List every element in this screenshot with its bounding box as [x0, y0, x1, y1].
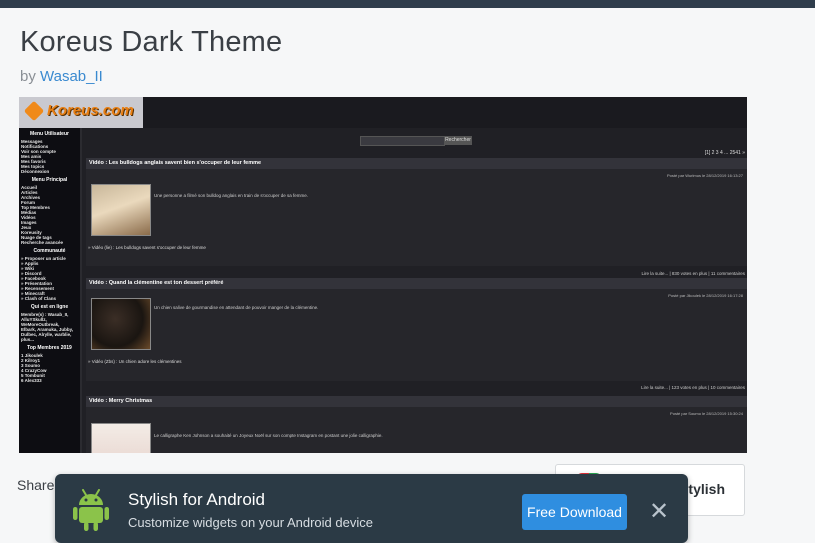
preview-logo: Koreus.com: [19, 97, 143, 128]
post-title: Vidéo : Les bulldogs anglais savent bien…: [86, 158, 747, 169]
preview-post: Vidéo : Merry Christmas Posté par Soumo …: [86, 396, 747, 453]
preview-post: Vidéo : Les bulldogs anglais savent bien…: [86, 158, 747, 276]
preview-sidebar-item: 6 Alex333: [21, 378, 42, 383]
preview-sidebar-heading: Qui est en ligne: [30, 304, 69, 310]
preview-sidebar-heading: Menu Utilisateur: [30, 131, 69, 137]
logo-text: Koreus.com: [47, 102, 134, 119]
preview-sidebar-item: Recherche avancée: [21, 240, 64, 245]
preview-sidebar-item: » Clash of Clans: [21, 296, 57, 301]
free-download-button[interactable]: Free Download: [522, 494, 627, 530]
byline: by Wasab_II: [20, 68, 103, 85]
post-text: Un chien salive de gourmandise en attend…: [154, 305, 319, 310]
post-thumbnail: [91, 423, 151, 453]
post-thumbnail: [91, 298, 151, 350]
post-meta: Posté par Jikoulek le 28/12/2019 16:17:2…: [668, 293, 743, 298]
preview-sidebar: Menu Utilisateur Messages Notifications Voi…: [19, 128, 80, 453]
preview-sidebar-heading: Top Membres 2019: [27, 345, 72, 351]
theme-preview-screenshot: Koreus.com Menu Utilisateur Messages Notif…: [19, 97, 747, 453]
preview-sidebar-item: Déconnexion: [21, 169, 50, 174]
top-nav-bar: [0, 0, 815, 8]
post-title: Vidéo : Merry Christmas: [86, 396, 747, 407]
preview-main: Rechercher [1] 2 3 4 ... 2541 » Vidéo : …: [82, 128, 747, 453]
post-text: Le calligraphe Ken Johnson a souhaité un…: [154, 433, 383, 438]
share-label: Share: [17, 477, 55, 493]
close-icon[interactable]: ✕: [644, 497, 674, 527]
byline-prefix: by: [20, 68, 36, 85]
android-icon: [73, 489, 109, 531]
post-video-link: » Vidéo (Zbs) : Un chien adore les cléme…: [88, 359, 182, 364]
author-link[interactable]: Wasab_II: [40, 68, 103, 85]
preview-pager: [1] 2 3 4 ... 2541 »: [704, 150, 745, 156]
preview-sidebar-heading: Communauté: [33, 248, 66, 254]
preview-post: Vidéo : Quand la clémentine est ton dess…: [86, 278, 747, 390]
page-title: Koreus Dark Theme: [20, 26, 283, 58]
preview-header: Koreus.com: [19, 97, 747, 128]
post-footer: Lire la suite... | 830 votes en plus | 1…: [641, 271, 745, 276]
toast-subtitle: Customize widgets on your Android device: [128, 515, 373, 530]
toast-title: Stylish for Android: [128, 490, 266, 509]
post-meta: Posté par Soumo le 28/12/2019 15:30:24: [670, 411, 743, 416]
preview-search-input: [360, 136, 445, 146]
post-text: Une personne a filmé son bulldog anglais…: [154, 193, 308, 198]
android-app-toast: Stylish for Android Customize widgets on…: [55, 474, 688, 543]
koreus-logo-icon: [23, 100, 45, 122]
post-video-link: » Vidéo (lie) : Les bulldogs savent s'oc…: [88, 245, 206, 250]
preview-search-button: Rechercher: [444, 136, 472, 145]
post-meta: Posté par Wurlmus le 28/12/2019 16:13:27: [667, 173, 743, 178]
post-thumbnail: [91, 184, 151, 236]
post-footer: Lire la suite... | 123 votes en plus | 1…: [641, 385, 745, 390]
preview-sidebar-heading: Menu Principal: [31, 177, 68, 183]
preview-sidebar-item: plus...: [21, 337, 35, 342]
post-title: Vidéo : Quand la clémentine est ton dess…: [86, 278, 747, 289]
